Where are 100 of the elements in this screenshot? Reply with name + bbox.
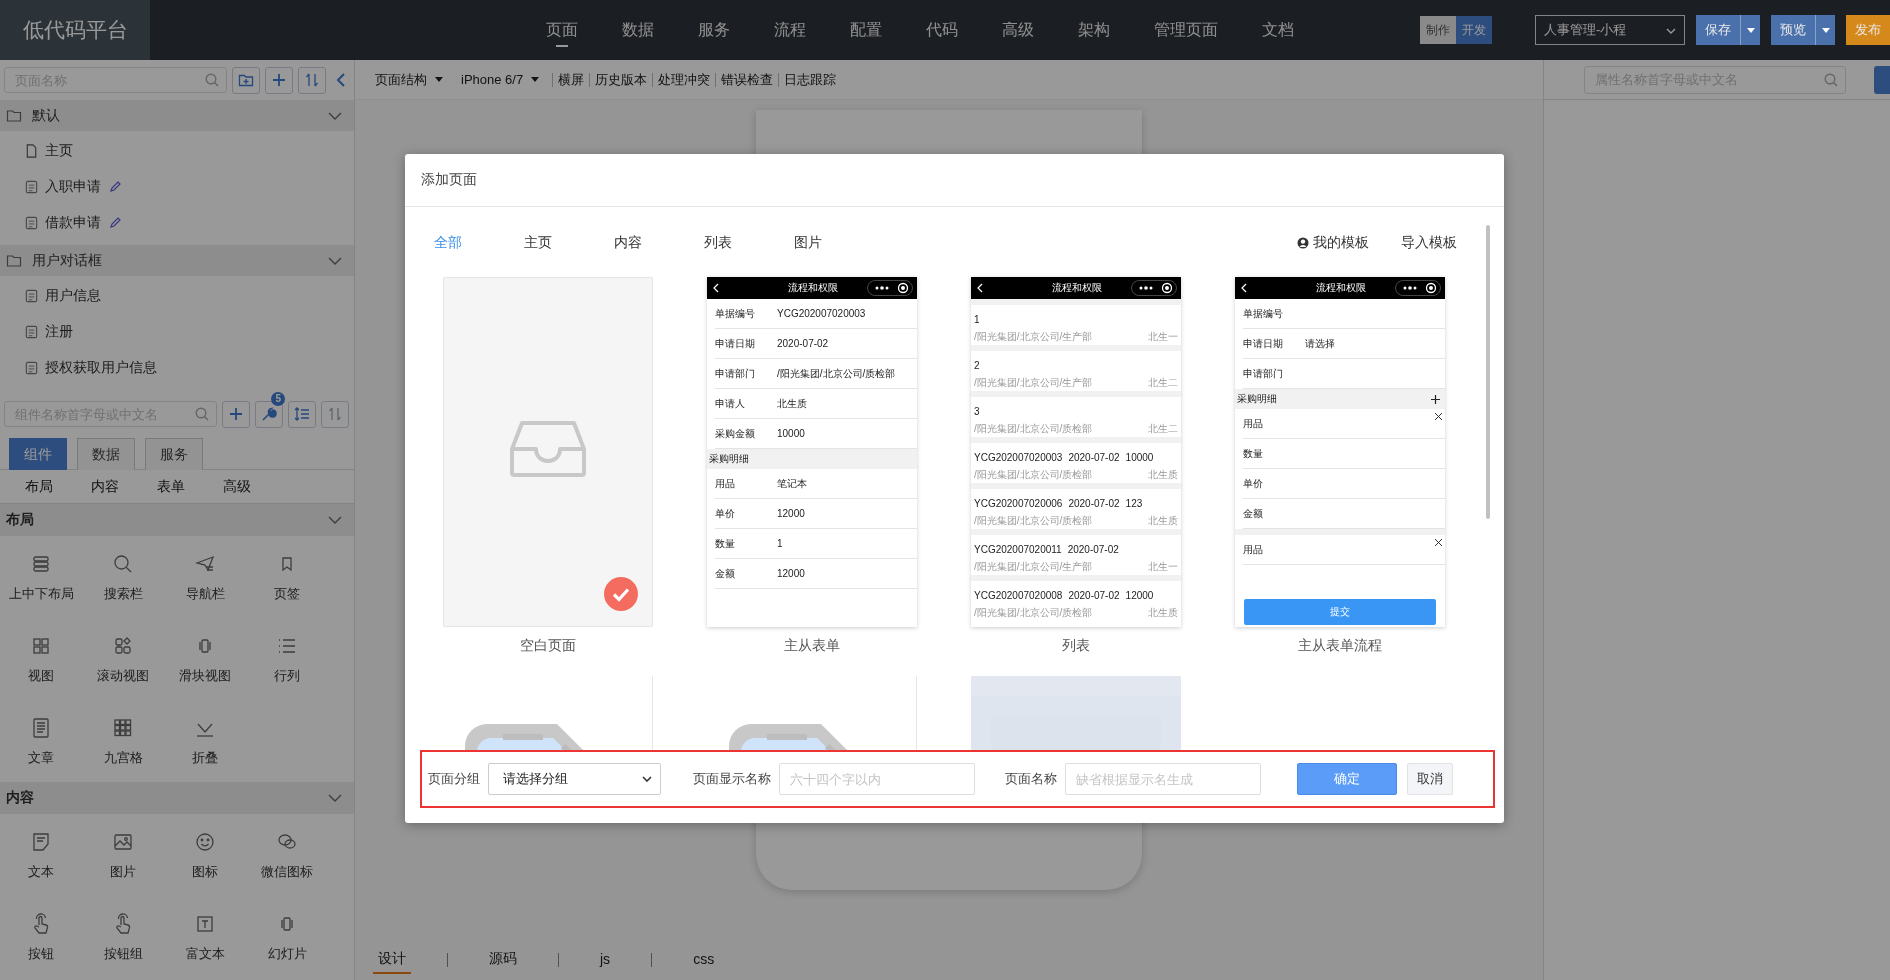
chevron-down-icon[interactable] <box>328 111 342 120</box>
nav-tab[interactable]: 文档 <box>1240 0 1316 60</box>
editor-tab[interactable]: 设计 <box>373 946 411 974</box>
phone-title: 流程和权限 <box>788 281 838 295</box>
section-header[interactable]: 布局 <box>0 504 354 536</box>
section-title: 内容 <box>6 789 35 807</box>
cancel-button[interactable]: 取消 <box>1407 763 1453 795</box>
item-text: 2020-07-02 <box>1068 451 1120 463</box>
page-item[interactable]: 入职申请 <box>0 169 354 205</box>
page-item[interactable]: 主页 <box>0 133 354 169</box>
nav-tab[interactable]: 服务 <box>676 0 752 60</box>
page-item[interactable]: 用户信息 <box>0 278 354 314</box>
close-icon[interactable] <box>1435 413 1442 420</box>
chevron-left-icon[interactable] <box>336 72 346 88</box>
category-tab[interactable]: 布局 <box>6 477 72 496</box>
toolbar-button[interactable]: 日志跟踪 <box>779 70 842 89</box>
panel-tab[interactable]: 数据 <box>77 438 135 470</box>
template-tab[interactable]: 主页 <box>519 234 557 252</box>
mode-tab[interactable]: 制作 <box>1420 16 1456 44</box>
page-item[interactable]: 注册 <box>0 314 354 350</box>
toolbar-button[interactable]: 横屏 <box>553 70 590 89</box>
component-item[interactable]: 文本 <box>0 814 82 896</box>
wrench-button[interactable] <box>255 400 283 428</box>
toolbar-dropdown[interactable]: iPhone 6/7 <box>456 72 545 87</box>
close-icon[interactable] <box>1435 539 1442 546</box>
component-item[interactable]: 富文本 <box>164 896 246 978</box>
add-folder-button[interactable] <box>232 66 260 94</box>
component-item[interactable]: 幻灯片 <box>246 896 328 978</box>
nav-tab[interactable]: 流程 <box>752 0 828 60</box>
component-item[interactable]: 文章 <box>0 700 82 782</box>
page-item[interactable]: 授权获取用户信息 <box>0 350 354 386</box>
template-tab[interactable]: 图片 <box>789 234 827 252</box>
tree-group-row[interactable]: 默认 <box>0 100 354 131</box>
action-button[interactable]: 预览 <box>1771 15 1815 45</box>
panel-tab[interactable]: 服务 <box>145 438 203 470</box>
template-link[interactable]: 我的模板 <box>1297 234 1369 252</box>
phone-preview[interactable] <box>971 277 1181 627</box>
phone-preview[interactable]: 流程和权限 单据编号 申请日期 请选择 申请部门 采购明细 用品 数量 单价 金额 用品 提交 <box>1235 277 1445 627</box>
component-item[interactable]: 滑块视图 <box>164 618 246 700</box>
component-item[interactable]: 按钮组 <box>82 896 164 978</box>
component-item[interactable]: 图标 <box>164 814 246 896</box>
template-name: 主从表单 <box>784 637 840 655</box>
category-tab[interactable]: 高级 <box>204 477 270 496</box>
editor-tab[interactable]: js <box>595 947 616 973</box>
chevron-down-icon[interactable] <box>328 516 342 524</box>
nav-tab[interactable]: 架构 <box>1056 0 1132 60</box>
page-item[interactable]: 借款申请 <box>0 205 354 241</box>
category-tab[interactable]: 内容 <box>72 477 138 496</box>
toolbar-dropdown[interactable]: 页面结构 <box>370 70 448 89</box>
component-item[interactable]: 九宫格 <box>82 700 164 782</box>
add-button[interactable] <box>265 66 293 94</box>
component-item[interactable]: 行列 <box>246 618 328 700</box>
plus-icon[interactable] <box>1431 394 1440 404</box>
chevron-down-icon[interactable] <box>328 794 342 802</box>
component-item[interactable]: 搜索栏 <box>82 536 164 618</box>
component-item[interactable]: 图片 <box>82 814 164 896</box>
component-item[interactable]: 页签 <box>246 536 328 618</box>
group-select[interactable]: 请选择分组 <box>488 763 661 795</box>
scrollbar[interactable] <box>1486 225 1490 519</box>
nav-tab[interactable]: 代码 <box>904 0 980 60</box>
template-link[interactable]: 导入模板 <box>1401 234 1457 252</box>
component-item[interactable]: 视图 <box>0 618 82 700</box>
line-spacing-button[interactable] <box>288 400 316 428</box>
component-item[interactable]: 滚动视图 <box>82 618 164 700</box>
chevron-down-icon[interactable] <box>328 256 342 265</box>
component-item[interactable]: 微信图标 <box>246 814 328 896</box>
toolbar-button[interactable]: 历史版本 <box>590 70 653 89</box>
phone-preview[interactable]: 流程和权限 单据编号 YCG202007020003 申请日期 2020-07-02 申请部门 /阳光集团/北京公司/质检部 申请人 北生质 采购金额 10000 采购明细 用品 笔记本 单价 12000 数量 1 金额 12000 <box>707 277 917 627</box>
section-header[interactable]: 内容 <box>0 782 354 814</box>
toolbar-button[interactable]: 错误检查 <box>716 70 779 89</box>
component-item[interactable]: 导航栏 <box>164 536 246 618</box>
category-tab[interactable]: 表单 <box>138 477 204 496</box>
nav-tab[interactable]: 配置 <box>828 0 904 60</box>
nav-tab[interactable]: 页面 <box>524 0 600 60</box>
component-item[interactable]: 按钮 <box>0 896 82 978</box>
action-button[interactable]: 保存 <box>1696 15 1740 45</box>
input-field[interactable]: 缺省根据显示名生成 <box>1065 763 1261 795</box>
dropdown-button[interactable] <box>1740 15 1760 45</box>
editor-tab[interactable]: 源码 <box>484 946 522 974</box>
toolbar-button[interactable]: 处理冲突 <box>653 70 716 89</box>
dropdown-button[interactable] <box>1815 15 1835 45</box>
template-tab[interactable]: 内容 <box>609 234 647 252</box>
component-item[interactable]: 折叠 <box>164 700 246 782</box>
project-select[interactable]: 人事管理-小程 <box>1535 15 1685 45</box>
component-item[interactable]: 上中下布局 <box>0 536 82 618</box>
pencil-icon[interactable] <box>109 181 121 193</box>
sort-button[interactable] <box>298 66 326 94</box>
pencil-icon[interactable] <box>109 217 121 229</box>
nav-tab[interactable]: 高级 <box>980 0 1056 60</box>
panel-tab[interactable]: 组件 <box>9 438 67 470</box>
mode-tab[interactable]: 开发 <box>1456 16 1492 44</box>
submit-button[interactable]: 提交 <box>1244 599 1436 625</box>
tree-group-row[interactable]: 用户对话框 <box>0 245 354 276</box>
field-value: 10000 <box>777 428 805 439</box>
nav-tab[interactable]: 数据 <box>600 0 676 60</box>
template-tab[interactable]: 列表 <box>699 234 737 252</box>
editor-tab[interactable]: css <box>688 947 720 973</box>
template-tab[interactable]: 全部 <box>429 234 467 252</box>
nav-tab[interactable]: 管理页面 <box>1132 0 1240 60</box>
add-button[interactable] <box>222 400 250 428</box>
